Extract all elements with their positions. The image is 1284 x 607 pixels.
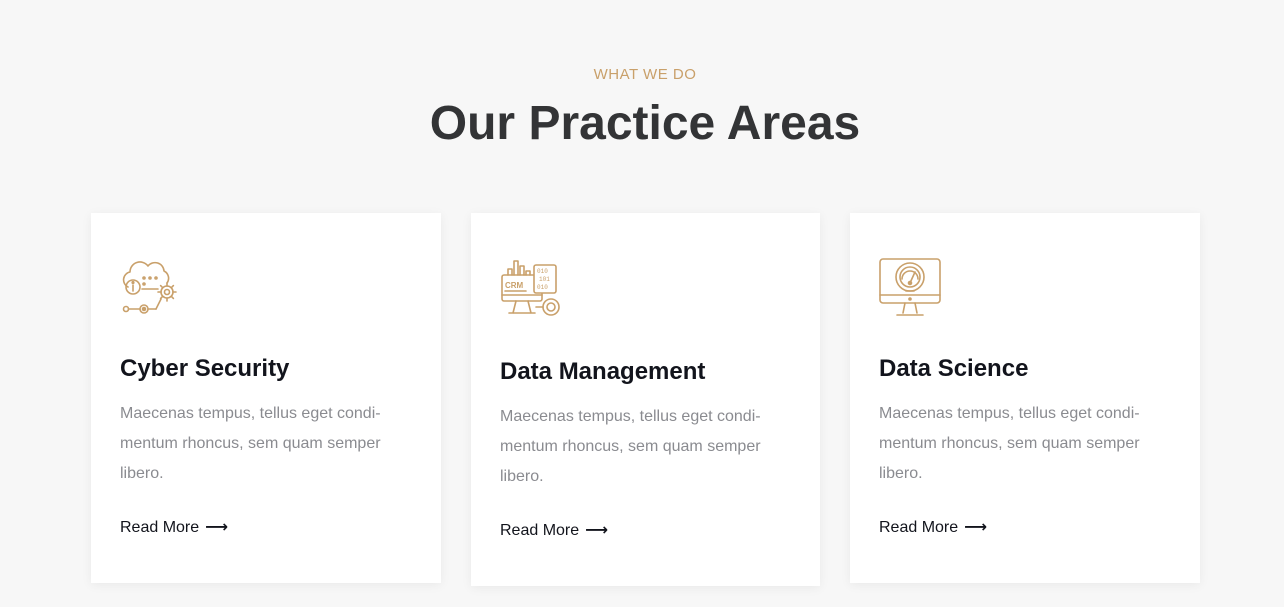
arrow-right-icon: ⟶ (205, 519, 229, 536)
card-title: Cyber Security (120, 355, 290, 382)
read-more-link[interactable]: Read More ⟶ (500, 522, 608, 540)
read-more-link[interactable]: Read More ⟶ (879, 519, 987, 537)
practice-areas-section: WHAT WE DO Our Practice Areas Cyber Secu… (0, 0, 1284, 607)
card-title: Data Science (879, 355, 1029, 382)
arrow-right-icon: ⟶ (964, 519, 988, 536)
practice-card-cyber-security: Cyber Security Maecenas tempus, tellus e… (91, 213, 441, 583)
monitor-gauge-icon (879, 257, 941, 319)
practice-card-data-management: CRM 010 101 010 Data Management Maecenas… (471, 213, 820, 586)
card-description: Maecenas tempus, tellus eget condi- ment… (120, 405, 381, 482)
arrow-right-icon: ⟶ (585, 522, 609, 539)
section-eyebrow: WHAT WE DO (593, 66, 697, 83)
read-more-label: Read More (120, 519, 200, 536)
card-description: Maecenas tempus, tellus eget condi- ment… (879, 405, 1140, 482)
practice-card-data-science: Data Science Maecenas tempus, tellus ege… (850, 213, 1200, 583)
section-title: Our Practice Areas (429, 97, 861, 150)
crm-monitor-icon: CRM 010 101 010 (500, 257, 562, 319)
svg-text:010: 010 (537, 284, 548, 291)
card-description: Maecenas tempus, tellus eget condi- ment… (500, 408, 761, 485)
cloud-gear-icon (120, 257, 182, 319)
svg-text:010: 010 (537, 268, 548, 275)
svg-text:101: 101 (539, 276, 550, 283)
read-more-link[interactable]: Read More ⟶ (120, 519, 228, 537)
read-more-label: Read More (500, 522, 580, 539)
read-more-label: Read More (879, 519, 959, 536)
card-title: Data Management (500, 358, 706, 385)
svg-text:CRM: CRM (505, 281, 524, 290)
